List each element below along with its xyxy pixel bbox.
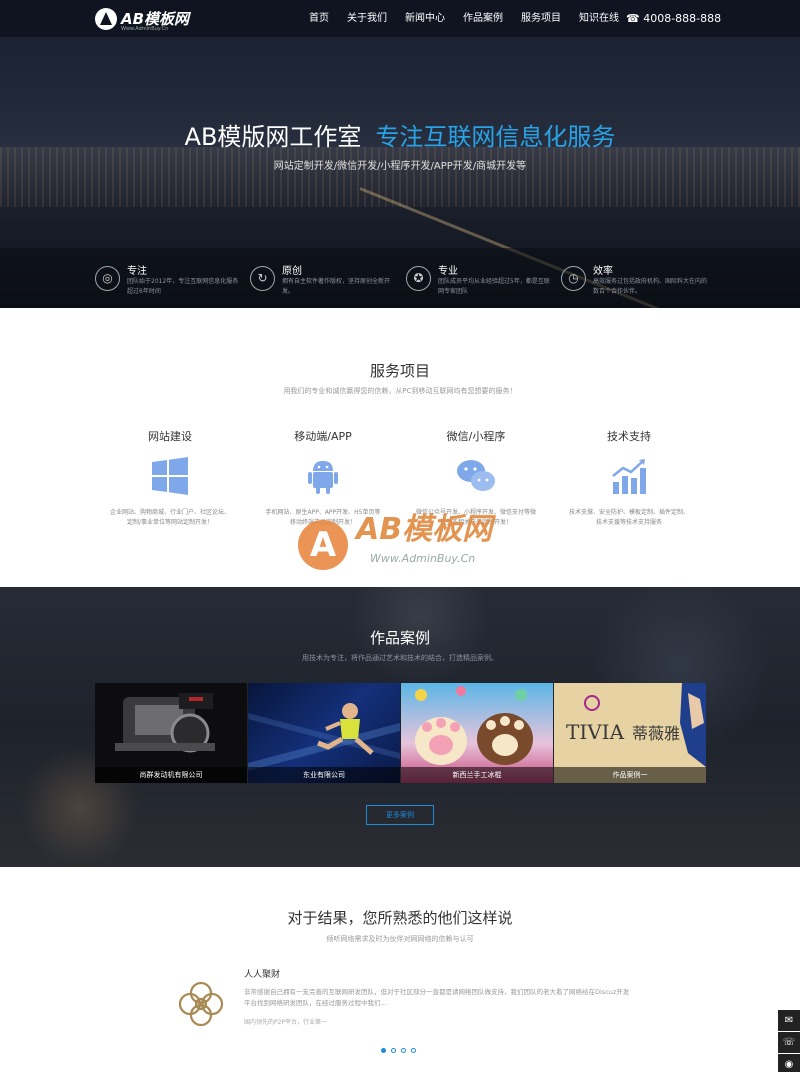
feature-title: 专业 — [438, 266, 458, 277]
carousel-dot[interactable] — [401, 1048, 406, 1053]
compass-icon: ◎ — [95, 266, 120, 291]
case-card-engine[interactable]: 尚群发动机有限公司 — [95, 683, 247, 783]
more-cases-button[interactable]: 更多案例 — [366, 805, 434, 825]
case-caption: 尚群发动机有限公司 — [95, 767, 247, 783]
header-phone: ☎ 4008-888-888 — [626, 12, 722, 25]
service-name: 微信/小程序 — [446, 430, 506, 443]
hero-tagline: 网站定制开发/微信开发/小程序开发/APP开发/商城开发等 — [273, 161, 527, 172]
service-desc: 企业网站、购物商城、行业门户、社区论坛、定制/事业单位等网站定制开发！ — [110, 509, 231, 526]
wechat-icon — [457, 460, 495, 491]
testimonial-text: 非常感谢自己拥有一支完善的互联网研发团队，但对于社区部分一直都是请网络团队做支持… — [244, 988, 630, 1007]
watermark-brand: AB模板网 — [356, 512, 493, 547]
case-caption: 作品案例一 — [554, 767, 706, 783]
refresh-icon: ↻ — [250, 266, 275, 291]
watermark-logo: A AB模板网 Www.AdminBuy.Cn — [298, 500, 508, 580]
service-name: 技术支持 — [607, 430, 651, 443]
case-brand-text: TIVIA — [566, 720, 625, 744]
chat-icon[interactable]: ✉ — [778, 1010, 800, 1031]
service-item-support[interactable]: 技术支持 技术支撑、安全防护、模板定制、插件定制、技术支援等技术支持服务 — [554, 428, 704, 528]
client-logo-icon — [178, 981, 224, 1027]
carousel-dot[interactable] — [391, 1048, 396, 1053]
clock-icon: ◷ — [561, 266, 586, 291]
case-card-tivia[interactable]: TIVIA 蒂薇雅 作品案例一 — [554, 683, 706, 783]
case-card-company[interactable]: 东业有限公司 — [248, 683, 400, 783]
hero-banner: AB模版网工作室 专注互联网信息化服务 网站定制开发/微信开发/小程序开发/APP… — [0, 37, 800, 308]
badge-icon: ✪ — [406, 266, 431, 291]
client-name: 人人聚财 — [244, 970, 281, 980]
android-icon — [308, 461, 338, 494]
wechat-icon[interactable]: ◉ — [778, 1054, 800, 1072]
site-logo[interactable]: AB模板网 Www.AdminBuy.Cn — [95, 8, 190, 32]
logo-subtitle: Www.AdminBuy.Cn — [121, 26, 169, 32]
feature-item: ◎ 专注 团队始于2012年，专注互联网信息化服务超过6年时间 — [95, 262, 245, 306]
testimonials-title: 对于结果，您所熟悉的他们这样说 — [287, 909, 513, 927]
growth-chart-icon — [612, 459, 646, 494]
feature-title: 效率 — [593, 266, 613, 277]
nav-item-about[interactable]: 关于我们 — [338, 0, 396, 37]
hero-cityscape — [0, 147, 800, 207]
feature-item: ✪ 专业 团队成员平均从业经验超过5年，都是互联网专家团队 — [406, 262, 556, 306]
hero-features: ◎ 专注 团队始于2012年，专注互联网信息化服务超过6年时间 ↻ 原创 拥有自… — [0, 248, 800, 308]
feature-title: 专注 — [127, 266, 147, 277]
windows-icon — [152, 457, 188, 495]
carousel-dot[interactable] — [381, 1048, 386, 1053]
feature-item: ↻ 原创 拥有自主软件著作版权，坚持原创全新开发。 — [250, 262, 400, 306]
hero-title-main: AB模版网工作室 — [184, 123, 362, 151]
carousel-dots — [381, 1048, 421, 1053]
testimonials-section: 对于结果，您所熟悉的他们这样说 倾听网络需求及时为伙伴对网网络的信赖与认可 人人… — [0, 867, 800, 1072]
services-subtitle: 用我们的专业和诚信赢得您的信赖，从PC到移动互联网均有您想要的服务！ — [283, 387, 517, 395]
case-caption: 东业有限公司 — [248, 767, 400, 783]
service-item-web[interactable]: 网站建设 企业网站、购物商城、行业门户、社区论坛、定制/事业单位等网站定制开发！ — [95, 428, 245, 528]
site-header: AB模板网 Www.AdminBuy.Cn 首页 关于我们 新闻中心 作品案例 … — [0, 0, 800, 37]
hero-title: AB模版网工作室 专注互联网信息化服务 — [0, 117, 800, 152]
feature-desc: 团队始于2012年，专注互联网信息化服务超过6年时间 — [127, 278, 239, 295]
carousel-dot[interactable] — [411, 1048, 416, 1053]
case-caption: 新西兰手工冰棍 — [401, 767, 553, 783]
phone-icon[interactable]: ☏ — [778, 1032, 800, 1053]
feature-title: 原创 — [282, 266, 302, 277]
service-name: 移动端/APP — [294, 430, 352, 443]
nav-item-knowledge[interactable]: 知识在线 — [570, 0, 628, 37]
cases-subtitle: 用技术为专注，将作品通过艺术和技术的结合，打造精品案例。 — [302, 654, 498, 662]
service-desc: 技术支撑、安全防护、模板定制、插件定制、技术支援等技术支持服务 — [569, 509, 690, 526]
testimonial-footer: 国内领先的P2P平台，行业第一 — [244, 1019, 328, 1026]
nav-item-home[interactable]: 首页 — [300, 0, 338, 37]
service-name: 网站建设 — [148, 430, 192, 443]
main-nav: 首页 关于我们 新闻中心 作品案例 服务项目 知识在线 — [300, 0, 628, 37]
feature-item: ◷ 效率 高效服务过包括政府机构、国际料大在内的数百个合作伙伴。 — [561, 262, 711, 306]
watermark-mark: A — [298, 520, 348, 570]
watermark-url: Www.AdminBuy.Cn — [370, 552, 476, 565]
cases-title: 作品案例 — [369, 629, 430, 647]
feature-desc: 团队成员平均从业经验超过5年，都是互联网专家团队 — [438, 278, 550, 295]
case-card-icecream[interactable]: 新西兰手工冰棍 — [401, 683, 553, 783]
logo-text: AB模板网 — [121, 10, 190, 28]
feature-desc: 高效服务过包括政府机构、国际料大在内的数百个合作伙伴。 — [593, 278, 708, 295]
feature-desc: 拥有自主软件著作版权，坚持原创全新开发。 — [282, 278, 391, 295]
services-title: 服务项目 — [369, 362, 430, 380]
testimonials-subtitle: 倾听网络需求及时为伙伴对网网络的信赖与认可 — [326, 935, 474, 943]
cases-section: 作品案例 用技术为专注，将作品通过艺术和技术的结合，打造精品案例。 尚群发动机有… — [0, 587, 800, 867]
logo-mark-icon — [95, 8, 117, 30]
nav-item-news[interactable]: 新闻中心 — [396, 0, 454, 37]
case-brand-cn: 蒂薇雅 — [632, 724, 680, 743]
floating-contact-bar: ✉ ☏ ◉ — [778, 1010, 800, 1072]
hero-title-highlight: 专注互联网信息化服务 — [375, 123, 616, 151]
nav-item-cases[interactable]: 作品案例 — [454, 0, 512, 37]
nav-item-services[interactable]: 服务项目 — [512, 0, 570, 37]
